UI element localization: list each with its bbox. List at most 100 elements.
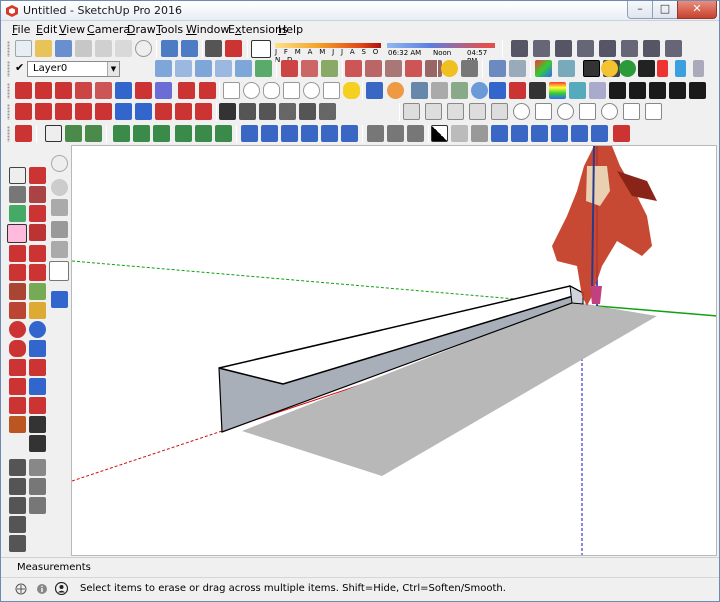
three-point-arc-icon[interactable] [9, 397, 26, 414]
select-arrow-icon[interactable] [45, 125, 62, 142]
measure-line-icon[interactable] [613, 125, 630, 142]
eraser-icon[interactable] [7, 224, 27, 243]
stamp-icon[interactable] [29, 497, 46, 514]
erase-faces-icon[interactable] [95, 82, 112, 99]
arc-icon[interactable] [135, 103, 152, 120]
menu-window[interactable]: Window [186, 23, 229, 36]
front-view-icon[interactable] [195, 60, 212, 77]
cut-icon[interactable] [75, 40, 92, 57]
sphere-icon[interactable] [513, 103, 530, 120]
select-faces-icon[interactable] [195, 125, 212, 142]
angle-icon[interactable] [431, 82, 448, 99]
undo-icon[interactable] [161, 40, 178, 57]
pan-tool-icon[interactable] [51, 179, 68, 196]
parallelogram-icon[interactable] [283, 82, 300, 99]
pie-icon[interactable] [9, 416, 26, 433]
plan-view-icon[interactable] [511, 125, 528, 142]
menu-camera[interactable]: Camera [87, 23, 130, 36]
perspective-view-icon[interactable] [591, 125, 608, 142]
share-model-icon[interactable] [555, 40, 572, 57]
shadow-tool-icon[interactable] [51, 241, 68, 258]
pyramid-icon[interactable] [645, 103, 662, 120]
select-curves-icon[interactable] [215, 125, 232, 142]
solid-union-icon[interactable] [403, 103, 420, 120]
home-icon[interactable] [299, 103, 316, 120]
stretch-icon[interactable] [95, 103, 112, 120]
toolbar-grip[interactable] [7, 104, 10, 120]
fog-tool-icon[interactable] [49, 261, 69, 281]
tools-icon[interactable] [461, 60, 478, 77]
rectangle-tool-icon[interactable] [9, 283, 26, 300]
maximize-button[interactable]: □ [652, 1, 678, 19]
line-tool-icon[interactable] [9, 245, 26, 262]
solid-split-icon[interactable] [491, 103, 508, 120]
settings-sliders-icon[interactable] [529, 82, 546, 99]
protractor-tool-icon[interactable] [29, 302, 46, 319]
shaded-icon[interactable] [365, 60, 382, 77]
thicken-icon[interactable] [75, 82, 92, 99]
render-icon[interactable] [569, 82, 586, 99]
add-select-icon[interactable] [133, 125, 150, 142]
box-icon[interactable] [239, 103, 256, 120]
polygon-icon[interactable] [263, 82, 280, 99]
make-component-icon[interactable] [65, 125, 82, 142]
redo-icon[interactable] [181, 40, 198, 57]
lasso-icon[interactable] [343, 82, 360, 99]
curve-icon[interactable] [178, 82, 195, 99]
minimize-button[interactable]: – [627, 1, 653, 19]
grey-cube-icon[interactable] [693, 60, 704, 77]
look-around-icon[interactable] [29, 416, 46, 433]
materials-icon[interactable] [558, 60, 575, 77]
shaded-textures-icon[interactable] [385, 60, 402, 77]
info-icon[interactable] [36, 583, 48, 595]
select-edges-icon[interactable] [175, 125, 192, 142]
section-display-icon[interactable] [509, 60, 526, 77]
scene-2-icon[interactable] [387, 125, 404, 142]
measurements-input[interactable] [91, 560, 715, 576]
section-cut-icon[interactable] [366, 82, 383, 99]
monochrome-icon[interactable] [405, 60, 422, 77]
share-component-icon[interactable] [599, 40, 616, 57]
extrude-icon[interactable] [55, 103, 72, 120]
zoom-extents-icon[interactable] [29, 359, 46, 376]
grid-select-2-icon[interactable] [261, 125, 278, 142]
rotated-rectangle-icon[interactable] [9, 302, 26, 319]
building-icon[interactable] [259, 103, 276, 120]
xray-icon[interactable] [281, 60, 298, 77]
scene-3-icon[interactable] [407, 125, 424, 142]
cone-icon[interactable] [535, 103, 552, 120]
freehand-icon[interactable] [9, 264, 26, 281]
layout-send-icon[interactable] [643, 40, 660, 57]
solid-subtract-icon[interactable] [425, 103, 442, 120]
ellipse-icon[interactable] [303, 82, 320, 99]
rotate-tool-icon[interactable] [29, 205, 46, 222]
paint-bucket-icon[interactable] [9, 205, 26, 222]
torus-icon[interactable] [557, 103, 574, 120]
left-view-icon[interactable] [255, 60, 272, 77]
align-icon[interactable] [411, 82, 428, 99]
red-cube-icon[interactable] [657, 60, 668, 77]
menu-view[interactable]: View [59, 23, 85, 36]
dimension-icon[interactable] [9, 478, 26, 495]
capsule-icon[interactable] [601, 103, 618, 120]
weld-icon[interactable] [195, 103, 212, 120]
solid-intersect-icon[interactable] [447, 103, 464, 120]
export-icon[interactable] [665, 40, 682, 57]
menu-file[interactable]: File [12, 23, 30, 36]
model-canvas[interactable] [72, 146, 717, 556]
detail-view-icon[interactable] [571, 125, 588, 142]
shadow-time-slider[interactable]: 06:32 AM Noon 04:57 PM [387, 41, 495, 65]
open-file-icon[interactable] [35, 40, 52, 57]
components-icon[interactable] [511, 40, 528, 57]
grid-select-3-icon[interactable] [281, 125, 298, 142]
protractor-icon[interactable] [15, 125, 32, 142]
hidden-line-icon[interactable] [345, 60, 362, 77]
toolbar-grip[interactable] [7, 61, 10, 77]
camera-render-icon[interactable] [609, 82, 626, 99]
erase-selection-icon[interactable] [135, 40, 152, 57]
copy-icon[interactable] [95, 40, 112, 57]
geolocation-icon[interactable] [15, 583, 27, 595]
prism-icon[interactable] [623, 103, 640, 120]
roof-icon[interactable] [319, 103, 336, 120]
close-button[interactable]: ✕ [677, 1, 717, 19]
